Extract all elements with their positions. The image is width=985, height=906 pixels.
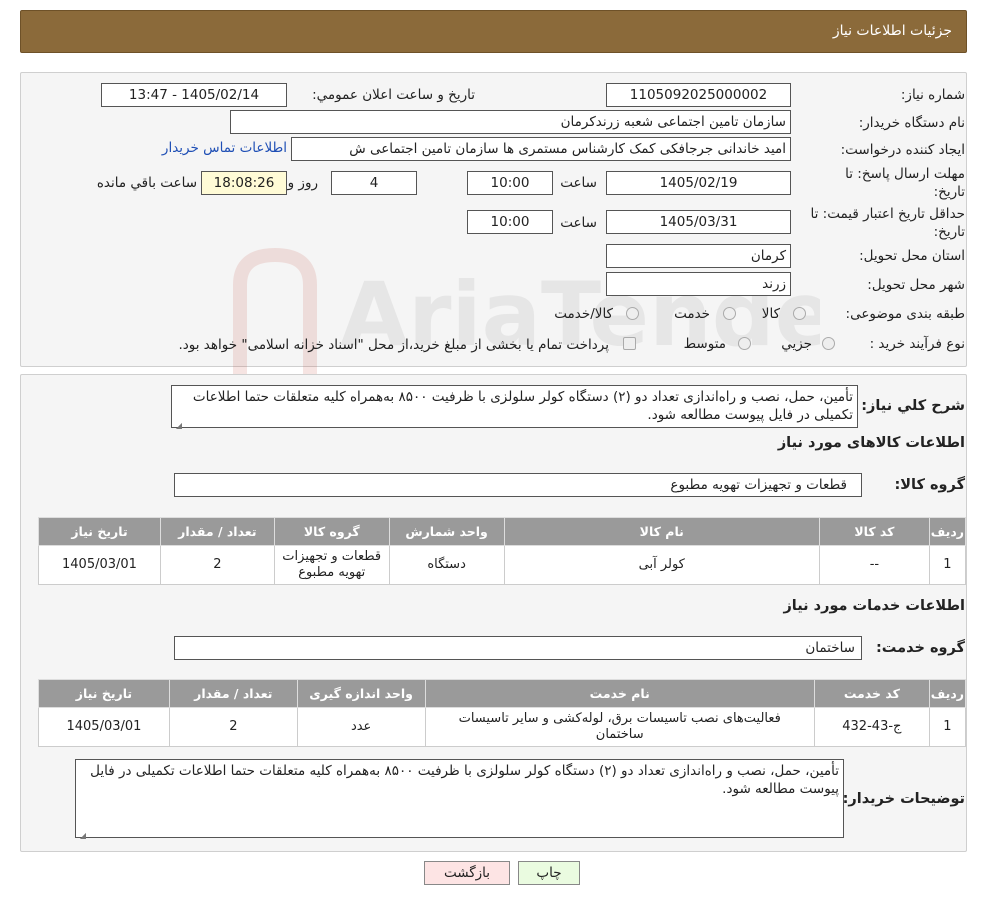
col-unit: واحد شمارش (388, 517, 505, 546)
col-need-date: تاریخ نیاز (38, 517, 161, 546)
goods-table-header: ردیف کد کالا نام کالا واحد شمارش گروه کا… (38, 517, 967, 546)
cell-need-date: 1405/03/01 (38, 707, 170, 747)
resize-grip-icon: ◢ (79, 831, 86, 840)
cell-quantity: 2 (168, 707, 298, 747)
deadline-date-field: 1405/02/19 (606, 171, 791, 195)
remaining-time-field: 18:08:26 (201, 171, 287, 195)
remaining-label: ساعت باقي مانده (96, 175, 197, 191)
category-goods-service-label: کالا/خدمت (554, 306, 613, 322)
services-table-header: ردیف کد خدمت نام خدمت واحد اندازه گیری ت… (38, 679, 967, 708)
services-table: ردیف کد خدمت نام خدمت واحد اندازه گیری ت… (38, 679, 967, 747)
purchase-medium-label: متوسط (683, 336, 726, 352)
purchase-note: پرداخت تمام یا بخشی از مبلغ خرید،از محل … (178, 337, 609, 353)
page-title: جزئیات اطلاعات نیاز (832, 23, 952, 39)
buyer-org-label: نام دستگاه خریدار: (858, 115, 965, 131)
resize-grip-icon: ◢ (175, 421, 182, 430)
col-service-name: نام خدمت (424, 679, 815, 708)
col-need-date: تاریخ نیاز (38, 679, 170, 708)
announce-label: تاریخ و ساعت اعلان عمومي: (312, 87, 475, 103)
col-quantity: تعداد / مقدار (159, 517, 275, 546)
validity-label-line1: حداقل تاریخ اعتبار قیمت: تا (810, 206, 965, 222)
cell-goods-group: قطعات و تجهیزات تهویه مطبوع (273, 545, 390, 585)
cell-goods-code: -- (818, 545, 930, 585)
category-service-label: خدمت (674, 306, 710, 322)
purchase-medium-radio[interactable] (738, 337, 751, 350)
validity-label-line2: تاریخ: (933, 224, 965, 240)
deadline-label-line2: تاریخ: (933, 184, 965, 200)
requester-label: ایجاد کننده درخواست: (840, 142, 965, 158)
col-goods-name: نام کالا (503, 517, 820, 546)
goods-group-field: قطعات و تجهیزات تهویه مطبوع (174, 473, 862, 497)
requester-field: امید خاندانی جرجافکی کمک کارشناس مستمری … (291, 137, 791, 161)
cell-goods-name: کولر آبی (503, 545, 820, 585)
col-goods-group: گروه کالا (273, 517, 390, 546)
deadline-label-line1: مهلت ارسال پاسخ: تا (845, 166, 965, 182)
city-field: زرند (606, 272, 791, 296)
buyer-notes-text: تأمین، حمل، نصب و راه‌اندازی تعداد دو (۲… (90, 763, 839, 797)
category-service-radio[interactable] (723, 307, 736, 320)
category-goods-radio[interactable] (793, 307, 806, 320)
cell-service-code: ج-43-432 (813, 707, 930, 747)
buyer-notes-textarea[interactable]: تأمین، حمل، نصب و راه‌اندازی تعداد دو (۲… (75, 759, 844, 840)
page-header: جزئیات اطلاعات نیاز (20, 10, 967, 53)
col-quantity: تعداد / مقدار (168, 679, 298, 708)
category-label: طبقه بندی موضوعی: (845, 306, 965, 322)
col-row: ردیف (928, 679, 967, 708)
need-number-label: شماره نیاز: (900, 87, 965, 103)
purchase-minor-radio[interactable] (822, 337, 835, 350)
announce-field: 1405/02/14 - 13:47 (101, 83, 287, 107)
province-label: استان محل تحویل: (859, 248, 965, 264)
services-group-field: ساختمان (174, 636, 862, 660)
validity-hour-field: 10:00 (467, 210, 553, 234)
goods-table: ردیف کد کالا نام کالا واحد شمارش گروه کا… (38, 517, 967, 585)
col-service-code: کد خدمت (813, 679, 930, 708)
print-button[interactable]: چاپ (518, 861, 580, 885)
cell-service-name: فعالیت‌های نصب تاسیسات برق، لوله‌کشی و س… (424, 707, 815, 747)
deadline-hour-label: ساعت (560, 175, 597, 191)
purchase-treasury-checkbox[interactable] (623, 337, 636, 350)
need-number-field: 1105092025000002 (606, 83, 791, 107)
services-group-label: گروه خدمت: (875, 640, 965, 656)
col-goods-code: کد کالا (818, 517, 930, 546)
province-field: کرمان (606, 244, 791, 268)
summary-textarea[interactable]: تأمین، حمل، نصب و راه‌اندازی تعداد دو (۲… (171, 385, 858, 430)
purchase-minor-label: جزيي (781, 336, 812, 352)
category-goods-label: کالا (761, 306, 780, 322)
buyer-org-field: سازمان تامین اجتماعی شعبه زرندکرمان (230, 110, 791, 134)
summary-text: تأمین، حمل، نصب و راه‌اندازی تعداد دو (۲… (192, 389, 853, 423)
cell-quantity: 2 (159, 545, 275, 585)
back-button[interactable]: بازگشت (424, 861, 510, 885)
contact-buyer-link[interactable]: اطلاعات تماس خریدار (162, 140, 287, 156)
goods-section-title: اطلاعات کالاهای مورد نیاز (777, 435, 965, 451)
cell-row: 1 (928, 545, 967, 585)
days-label: روز و (287, 175, 318, 191)
services-section-title: اطلاعات خدمات مورد نیاز (783, 598, 965, 614)
col-measure-unit: واحد اندازه گیری (296, 679, 426, 708)
cell-row: 1 (928, 707, 967, 747)
days-field: 4 (331, 171, 417, 195)
table-row: 1 ج-43-432 فعالیت‌های نصب تاسیسات برق، ل… (38, 707, 967, 747)
city-label: شهر محل تحویل: (867, 277, 965, 293)
summary-label: شرح کلي نیاز: (861, 398, 965, 414)
deadline-hour-field: 10:00 (467, 171, 553, 195)
cell-need-date: 1405/03/01 (38, 545, 161, 585)
validity-hour-label: ساعت (560, 215, 597, 231)
validity-date-field: 1405/03/31 (606, 210, 791, 234)
purchase-type-label: نوع فرآیند خرید : (869, 336, 965, 352)
category-goods-service-radio[interactable] (626, 307, 639, 320)
buyer-notes-label: توضیحات خریدار: (842, 791, 965, 807)
goods-group-label: گروه کالا: (894, 477, 965, 493)
cell-unit: دستگاه (388, 545, 505, 585)
table-row: 1 -- کولر آبی دستگاه قطعات و تجهیزات تهو… (38, 545, 967, 585)
col-row: ردیف (928, 517, 967, 546)
cell-measure-unit: عدد (296, 707, 426, 747)
